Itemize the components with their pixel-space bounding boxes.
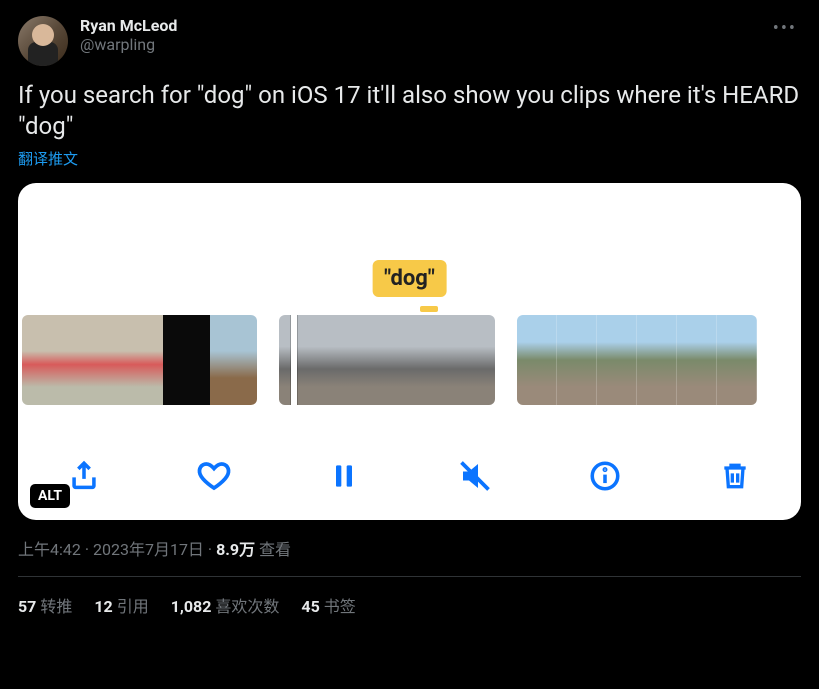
frame bbox=[116, 315, 163, 405]
stat-retweets[interactable]: 57转推 bbox=[18, 593, 72, 617]
frame bbox=[210, 315, 257, 405]
trash-icon[interactable] bbox=[715, 456, 755, 496]
tooltip-marker bbox=[420, 306, 438, 312]
stats-row: 57转推 12 引用 1,082喜欢次数 45 书签 bbox=[18, 577, 801, 627]
frame bbox=[557, 315, 597, 405]
frame bbox=[677, 315, 717, 405]
translate-link[interactable]: 翻译推文 bbox=[18, 148, 801, 169]
num: 45 bbox=[301, 597, 319, 616]
label: 引用 bbox=[117, 597, 149, 616]
label: 转推 bbox=[40, 597, 72, 616]
media-card[interactable]: "dog" bbox=[18, 183, 801, 520]
frame bbox=[163, 315, 210, 405]
author-names[interactable]: Ryan McLeod @warpling bbox=[80, 16, 801, 54]
frame bbox=[597, 315, 637, 405]
clip-group bbox=[22, 315, 257, 405]
frame bbox=[387, 315, 441, 405]
media-toolbar bbox=[18, 456, 801, 496]
num: 57 bbox=[18, 597, 36, 616]
tweet-text: If you search for "dog" on iOS 17 it'll … bbox=[18, 80, 801, 142]
stat-quotes[interactable]: 12 引用 bbox=[94, 593, 148, 617]
video-timeline[interactable] bbox=[18, 315, 801, 405]
frame bbox=[717, 315, 757, 405]
frame bbox=[69, 315, 116, 405]
label: 喜欢次数 bbox=[215, 597, 279, 616]
alt-badge[interactable]: ALT bbox=[30, 484, 70, 508]
heart-icon[interactable] bbox=[194, 456, 234, 496]
stat-likes[interactable]: 1,082喜欢次数 bbox=[171, 593, 280, 617]
clip-group bbox=[517, 315, 757, 405]
frame bbox=[637, 315, 677, 405]
frame bbox=[22, 315, 69, 405]
display-name: Ryan McLeod bbox=[80, 16, 801, 35]
frame bbox=[279, 315, 333, 405]
handle: @warpling bbox=[80, 35, 801, 54]
frame bbox=[517, 315, 557, 405]
more-icon[interactable]: ••• bbox=[769, 16, 801, 41]
dot: · bbox=[204, 540, 216, 559]
views-label: 查看 bbox=[259, 540, 291, 559]
time[interactable]: 上午4:42 bbox=[18, 540, 81, 559]
clip-group bbox=[279, 315, 495, 405]
avatar[interactable] bbox=[18, 16, 68, 66]
tweet: Ryan McLeod @warpling ••• If you search … bbox=[0, 0, 819, 627]
num: 12 bbox=[94, 597, 112, 616]
views-count: 8.9万 bbox=[216, 540, 255, 559]
frame bbox=[441, 315, 495, 405]
search-tooltip: "dog" bbox=[372, 260, 447, 297]
num: 1,082 bbox=[171, 597, 212, 616]
tweet-meta: 上午4:42 · 2023年7月17日 · 8.9万 查看 bbox=[18, 536, 801, 560]
dot: · bbox=[81, 540, 93, 559]
pause-icon[interactable] bbox=[324, 456, 364, 496]
frame bbox=[333, 315, 387, 405]
label: 书签 bbox=[324, 597, 356, 616]
stat-bookmarks[interactable]: 45 书签 bbox=[301, 593, 355, 617]
tweet-header: Ryan McLeod @warpling ••• bbox=[18, 16, 801, 66]
info-icon[interactable] bbox=[585, 456, 625, 496]
mute-icon[interactable] bbox=[455, 456, 495, 496]
playhead[interactable] bbox=[291, 315, 297, 405]
date[interactable]: 2023年7月17日 bbox=[93, 540, 204, 559]
